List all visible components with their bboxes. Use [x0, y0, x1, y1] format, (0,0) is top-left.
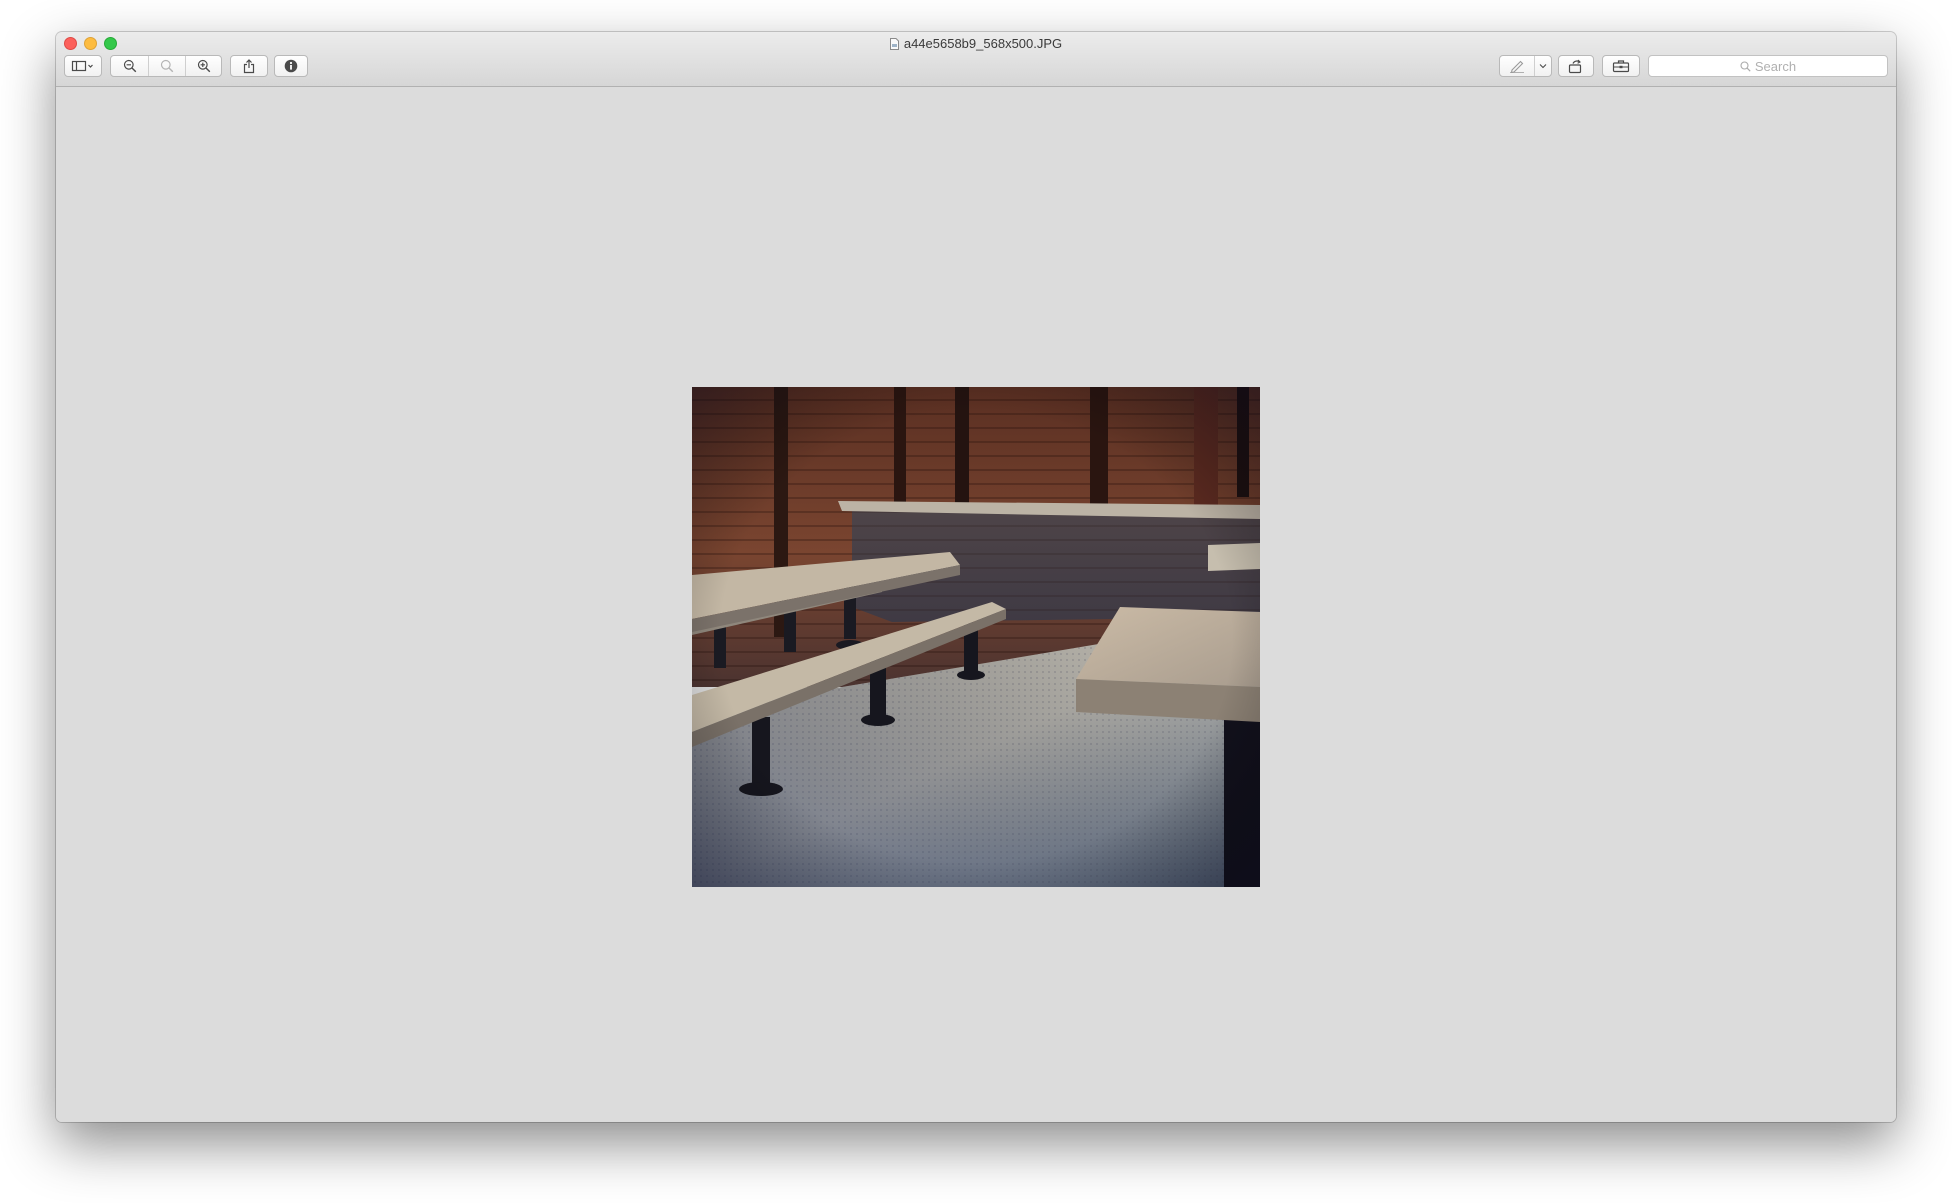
search-icon [1740, 60, 1751, 72]
toolbox-icon [1612, 60, 1630, 73]
zoom-in-icon [197, 59, 210, 73]
info-button[interactable] [274, 55, 308, 77]
zoom-actual-icon [160, 59, 174, 73]
rotate-button[interactable] [1558, 55, 1594, 77]
document-icon [889, 38, 899, 50]
preview-window: a44e5658b9_568x500.JPG Search [56, 32, 1896, 1122]
pen-icon [1510, 60, 1524, 73]
markup-menu-button[interactable] [1534, 56, 1551, 76]
actual-size-button[interactable] [148, 56, 185, 76]
info-icon [284, 59, 298, 73]
zoom-out-icon [123, 59, 136, 73]
search-placeholder: Search [1754, 58, 1797, 74]
markup-button[interactable] [1500, 56, 1534, 76]
image-canvas[interactable] [56, 87, 1896, 1122]
search-field[interactable]: Search [1648, 55, 1888, 77]
rotate-icon [1568, 59, 1582, 73]
share-icon [243, 58, 255, 73]
window-title-text: a44e5658b9_568x500.JPG [903, 36, 1063, 51]
toolbox-button[interactable] [1602, 55, 1640, 77]
chevron-down-icon [1539, 64, 1547, 69]
share-button[interactable] [230, 55, 268, 77]
zoom-control [110, 55, 222, 77]
zoom-out-button[interactable] [111, 56, 148, 76]
zoom-in-button[interactable] [185, 56, 221, 76]
window-title: a44e5658b9_568x500.JPG [56, 36, 1896, 51]
markup-control [1499, 55, 1552, 77]
document-image [692, 387, 1260, 887]
sidebar-icon [71, 60, 93, 72]
sidebar-toggle-button[interactable] [64, 55, 102, 77]
titlebar: a44e5658b9_568x500.JPG Search [56, 32, 1896, 87]
